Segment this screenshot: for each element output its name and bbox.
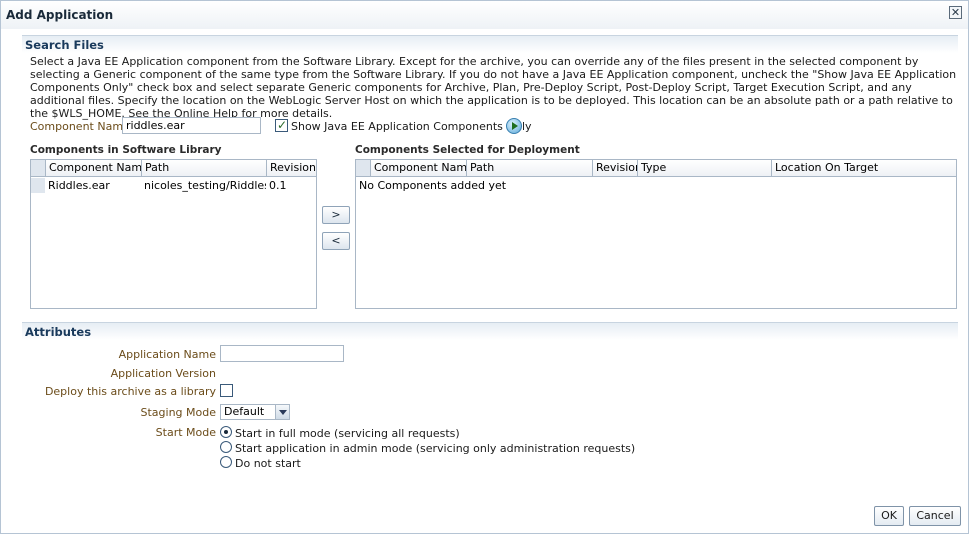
add-application-dialog: Add Application ✕ Search Files Select a …	[0, 0, 969, 534]
dialog-titlebar: Add Application ✕	[1, 1, 968, 29]
deploy-table: Component Name Path Revision Type Locati…	[355, 159, 957, 309]
staging-mode-select[interactable]: Default	[220, 404, 290, 420]
deploy-table-title: Components Selected for Deployment	[355, 144, 580, 156]
library-table: Component Name Path Revision Riddles.ear…	[30, 159, 317, 309]
component-name-input[interactable]	[122, 117, 261, 134]
deploy-table-empty-text: No Components added yet	[359, 179, 507, 192]
start-admin-mode-label: Start application in admin mode (servici…	[235, 442, 636, 455]
column-header-revision[interactable]: Revision	[592, 160, 637, 176]
show-java-ee-only-checkbox[interactable]	[275, 118, 288, 132]
search-files-title: Search Files	[25, 38, 104, 52]
library-table-header: Component Name Path Revision	[31, 160, 316, 177]
deploy-as-library-checkbox[interactable]	[220, 384, 233, 397]
application-version-label: Application Version	[110, 367, 216, 380]
do-not-start-radio[interactable]	[220, 456, 232, 468]
do-not-start-label: Do not start	[235, 457, 301, 470]
cell-component-name: Riddles.ear	[48, 179, 110, 192]
library-table-title: Components in Software Library	[30, 144, 222, 156]
attributes-title: Attributes	[25, 325, 92, 339]
cell-path: nicoles_testing/Riddles.ear	[144, 179, 266, 192]
column-header-component-name[interactable]: Component Name	[45, 160, 141, 176]
table-row[interactable]: Riddles.ear nicoles_testing/Riddles.ear …	[31, 178, 316, 193]
staging-mode-label: Staging Mode	[140, 406, 217, 419]
component-name-label: Component Name	[30, 120, 130, 133]
column-header-revision[interactable]: Revision	[266, 160, 316, 176]
select-all-cell	[31, 160, 45, 176]
start-full-mode-radio[interactable]	[220, 426, 232, 438]
column-header-path[interactable]: Path	[141, 160, 266, 176]
deploy-table-header: Component Name Path Revision Type Locati…	[356, 160, 956, 177]
staging-mode-value: Default	[224, 405, 265, 418]
search-files-description: Select a Java EE Application component f…	[30, 55, 957, 120]
start-full-mode-label: Start in full mode (servicing all reques…	[235, 427, 460, 440]
cancel-button[interactable]: Cancel	[909, 506, 961, 526]
row-selector[interactable]	[31, 178, 45, 193]
move-right-button[interactable]: >	[322, 206, 350, 224]
column-header-location-on-target[interactable]: Location On Target	[771, 160, 956, 176]
attributes-section-header: Attributes	[22, 322, 958, 340]
show-java-ee-only-label: Show Java EE Application Components Only	[291, 120, 532, 133]
column-header-type[interactable]: Type	[637, 160, 771, 176]
ok-button[interactable]: OK	[874, 506, 904, 526]
start-admin-mode-radio[interactable]	[220, 441, 232, 453]
deploy-as-library-label: Deploy this archive as a library	[44, 385, 216, 398]
dialog-title: Add Application	[6, 8, 114, 22]
start-mode-label: Start Mode	[155, 426, 216, 439]
move-left-button[interactable]: <	[322, 232, 350, 250]
chevron-down-icon	[275, 405, 289, 419]
close-icon[interactable]: ✕	[949, 6, 962, 19]
search-files-section-header: Search Files	[22, 35, 958, 53]
column-header-path[interactable]: Path	[466, 160, 592, 176]
column-header-component-name[interactable]: Component Name	[370, 160, 466, 176]
application-name-input[interactable]	[220, 345, 344, 362]
select-all-cell	[356, 160, 370, 176]
cell-revision: 0.1	[269, 179, 287, 192]
go-arrow-icon[interactable]	[506, 118, 522, 134]
application-name-label: Application Name	[118, 348, 216, 361]
